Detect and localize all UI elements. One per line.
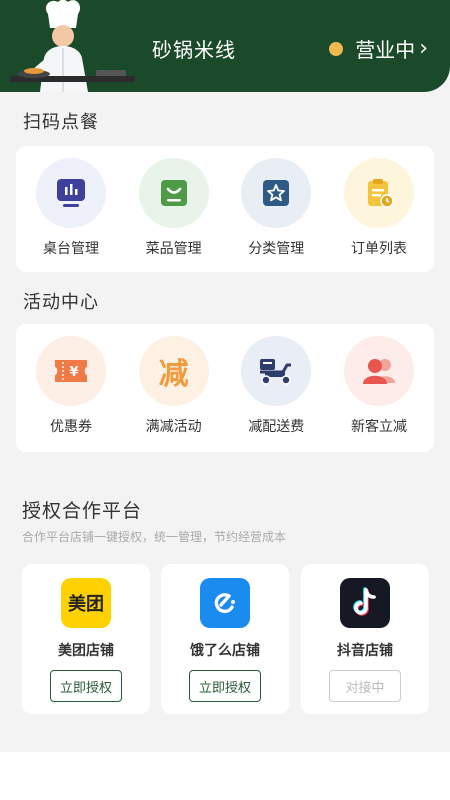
auth-platform-title: 授权合作平台 <box>22 500 143 522</box>
shop-name: 砂锅米线 <box>152 38 236 62</box>
coupon-glyph: ¥ <box>69 365 78 380</box>
bottom-bar <box>0 752 450 800</box>
activity-center-card: ¥ 优惠券 减 满减活动 减配送费 新客立减 <box>16 324 434 452</box>
coupon-button[interactable]: ¥ 优惠券 <box>26 336 116 436</box>
category-management-label: 分类管理 <box>248 241 305 257</box>
order-list-button[interactable]: 订单列表 <box>334 158 424 258</box>
order-list-label: 订单列表 <box>350 241 407 257</box>
status-label: 营业中 <box>355 38 416 62</box>
header-bar: 砂锅米线 营业中 › <box>0 0 450 92</box>
discount-activity-label: 满减活动 <box>145 419 202 435</box>
delivery-fee-label: 减配送费 <box>248 419 305 435</box>
douyin-card: 抖音店铺 对接中 <box>301 564 429 714</box>
dish-basket-icon <box>138 158 209 228</box>
scan-order-card: 桌台管理 菜品管理 分类管理 订单列表 <box>16 146 434 272</box>
meituan-card: 美团 美团店铺 立即授权 <box>22 564 150 714</box>
meituan-authorize-button[interactable]: 立即授权 <box>50 670 122 702</box>
delivery-scooter-icon <box>241 336 312 406</box>
meituan-logo-text: 美团 <box>68 594 104 615</box>
discount-glyph: 减 <box>158 357 189 392</box>
discount-reduce-icon: 减 <box>138 336 209 406</box>
dish-management-button[interactable]: 菜品管理 <box>129 158 219 258</box>
chevron-right-icon: › <box>419 36 428 61</box>
eleme-authorize-button[interactable]: 立即授权 <box>189 670 261 702</box>
category-management-button[interactable]: 分类管理 <box>231 158 321 258</box>
business-status-button[interactable]: 营业中 › <box>329 34 428 63</box>
douyin-connecting-button: 对接中 <box>329 670 401 702</box>
coupon-ticket-icon: ¥ <box>36 336 106 406</box>
meituan-logo-icon: 美团 <box>61 578 111 628</box>
eleme-name: 饿了么店铺 <box>190 643 260 659</box>
table-monitor-icon <box>36 158 106 228</box>
eleme-logo-icon <box>200 578 250 628</box>
new-customer-button[interactable]: 新客立减 <box>334 336 424 436</box>
meituan-name: 美团店铺 <box>58 643 114 659</box>
dish-management-label: 菜品管理 <box>145 241 202 257</box>
coupon-label: 优惠券 <box>50 419 92 435</box>
star-category-icon <box>241 158 312 228</box>
chef-illustration <box>10 0 135 92</box>
discount-activity-button[interactable]: 减 满减活动 <box>129 336 219 436</box>
order-clipboard-icon <box>343 158 414 228</box>
status-dot-icon <box>329 41 344 56</box>
delivery-fee-button[interactable]: 减配送费 <box>231 336 321 436</box>
douyin-name: 抖音店铺 <box>337 643 393 659</box>
activity-center-title: 活动中心 <box>23 292 99 313</box>
new-customer-icon <box>343 336 414 406</box>
eleme-card: 饿了么店铺 立即授权 <box>161 564 289 714</box>
table-management-label: 桌台管理 <box>43 241 99 257</box>
table-management-button[interactable]: 桌台管理 <box>26 158 116 258</box>
new-customer-label: 新客立减 <box>350 419 407 435</box>
auth-platform-subtitle: 合作平台店铺一键授权，统一管理，节约经营成本 <box>22 530 287 544</box>
douyin-logo-icon <box>340 578 390 628</box>
scan-order-title: 扫码点餐 <box>23 112 99 133</box>
